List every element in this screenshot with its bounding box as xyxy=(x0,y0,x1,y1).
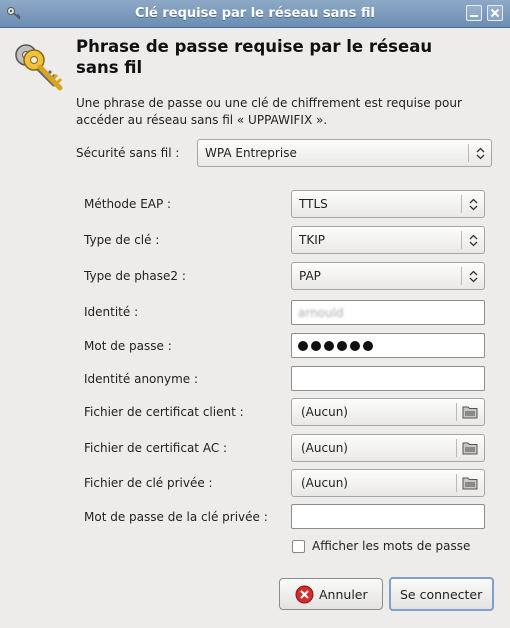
password-dot xyxy=(350,341,360,351)
password-dot xyxy=(337,341,347,351)
eap-method-label: Méthode EAP : xyxy=(84,197,172,211)
close-button[interactable] xyxy=(487,5,503,21)
folder-icon xyxy=(462,442,478,455)
key-type-combo[interactable]: TKIP xyxy=(291,226,485,254)
folder-icon xyxy=(462,406,478,419)
combo-separator xyxy=(468,144,469,162)
private-key-value: (Aucun) xyxy=(301,476,348,490)
ca-cert-label: Fichier de certificat AC : xyxy=(84,441,228,455)
dialog-description: Une phrase de passe ou une clé de chiffr… xyxy=(76,96,462,127)
security-combo[interactable]: WPA Entreprise xyxy=(197,139,492,167)
eap-method-combo[interactable]: TTLS xyxy=(291,190,485,218)
title-bar: Clé requise par le réseau sans fil xyxy=(0,0,510,28)
folder-icon xyxy=(462,477,478,490)
combo-separator xyxy=(461,267,462,285)
window-title: Clé requise par le réseau sans fil xyxy=(135,6,375,21)
close-icon xyxy=(490,8,500,18)
dialog-heading: Phrase de passe requise par le réseau sa… xyxy=(76,37,433,77)
private-key-password-field[interactable] xyxy=(291,504,485,529)
show-passwords-label[interactable]: Afficher les mots de passe xyxy=(312,539,470,553)
private-key-chooser[interactable]: (Aucun) xyxy=(291,469,485,497)
key-type-label: Type de clé : xyxy=(84,233,160,247)
phase2-type-combo[interactable]: PAP xyxy=(291,262,485,290)
key-type-value: TKIP xyxy=(299,233,325,247)
cancel-label: Annuler xyxy=(319,587,368,602)
password-mask xyxy=(298,341,373,351)
private-key-password-label: Mot de passe de la clé privée : xyxy=(84,510,268,524)
ca-cert-value: (Aucun) xyxy=(301,441,348,455)
phase2-type-value: PAP xyxy=(299,269,321,283)
anonymous-identity-field[interactable] xyxy=(291,366,485,391)
keys-icon xyxy=(15,44,63,91)
ca-cert-chooser[interactable]: (Aucun) xyxy=(291,434,485,462)
chevron-updown-icon xyxy=(469,234,478,247)
password-field[interactable] xyxy=(291,333,485,358)
chevron-updown-icon xyxy=(469,198,478,211)
client-cert-chooser[interactable]: (Aucun) xyxy=(291,398,485,426)
password-dot xyxy=(298,341,308,351)
identity-field[interactable]: arnould xyxy=(291,300,485,325)
chevron-updown-icon xyxy=(469,270,478,283)
minimize-icon xyxy=(470,15,478,17)
eap-method-value: TTLS xyxy=(299,197,328,211)
password-dot xyxy=(324,341,334,351)
show-passwords-checkbox[interactable] xyxy=(292,540,305,553)
phase2-type-label: Type de phase2 : xyxy=(84,269,186,283)
connect-label: Se connecter xyxy=(400,587,483,602)
minimize-button[interactable] xyxy=(466,5,482,21)
password-dot xyxy=(311,341,321,351)
combo-separator xyxy=(461,195,462,213)
password-label: Mot de passe : xyxy=(84,339,172,353)
cancel-icon xyxy=(295,585,314,604)
password-dot xyxy=(363,341,373,351)
chooser-separator xyxy=(456,439,457,457)
combo-separator xyxy=(461,231,462,249)
client-cert-value: (Aucun) xyxy=(301,405,348,419)
chooser-separator xyxy=(456,403,457,421)
cancel-button[interactable]: Annuler xyxy=(279,578,383,610)
anonymous-identity-label: Identité anonyme : xyxy=(84,372,199,386)
chooser-separator xyxy=(456,474,457,492)
client-cert-label: Fichier de certificat client : xyxy=(84,405,244,419)
private-key-label: Fichier de clé privée : xyxy=(84,476,213,490)
identity-value: arnould xyxy=(298,306,344,320)
security-label: Sécurité sans fil : xyxy=(76,146,180,160)
chevron-updown-icon xyxy=(476,147,485,160)
connect-button[interactable]: Se connecter xyxy=(389,577,494,611)
security-value: WPA Entreprise xyxy=(205,146,297,160)
identity-label: Identité : xyxy=(84,305,139,319)
